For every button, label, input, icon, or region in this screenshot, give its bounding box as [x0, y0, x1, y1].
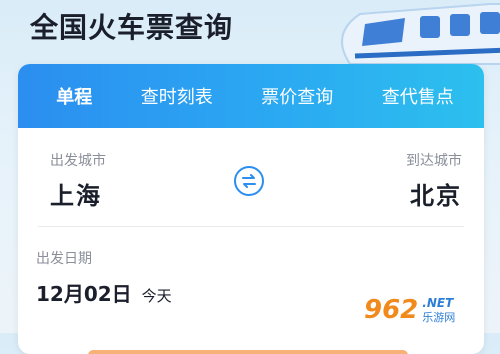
departure-city-label: 出发城市 — [50, 153, 106, 169]
tab-bar: 单程 查时刻表 票价查询 查代售点 — [18, 64, 484, 128]
divider — [38, 226, 464, 227]
search-button-edge[interactable] — [88, 350, 408, 354]
train-illustration-icon — [341, 3, 500, 65]
departure-city-field[interactable]: 出发城市 上海 — [50, 150, 106, 211]
route-selector: 出发城市 上海 到达城市 北京 — [18, 128, 484, 224]
departure-date-value: 12月02日 — [36, 282, 132, 306]
arrival-city-value: 北京 — [410, 182, 462, 210]
watermark-domain: .NET — [422, 296, 454, 310]
tab-timetable[interactable]: 查时刻表 — [135, 79, 219, 113]
tab-one-way[interactable]: 单程 — [50, 79, 98, 113]
watermark-site-name: 乐游网 — [422, 311, 456, 324]
page-title: 全国火车票查询 — [30, 11, 234, 44]
departure-date-field[interactable]: 12月02日 今天 — [36, 278, 172, 307]
tab-fare-query[interactable]: 票价查询 — [255, 79, 339, 113]
departure-city-value: 上海 — [50, 182, 102, 210]
arrival-city-field[interactable]: 到达城市 北京 — [406, 150, 462, 211]
swap-cities-button[interactable] — [234, 166, 264, 196]
departure-date-hint: 今天 — [141, 287, 172, 305]
arrival-city-label: 到达城市 — [406, 153, 462, 169]
departure-date-label: 出发日期 — [36, 251, 92, 267]
swap-arrows-icon — [242, 174, 256, 188]
site-watermark: 962 .NET 乐游网 — [364, 291, 494, 329]
tab-ticket-outlets[interactable]: 查代售点 — [376, 79, 460, 113]
watermark-number: 962 — [364, 295, 419, 325]
